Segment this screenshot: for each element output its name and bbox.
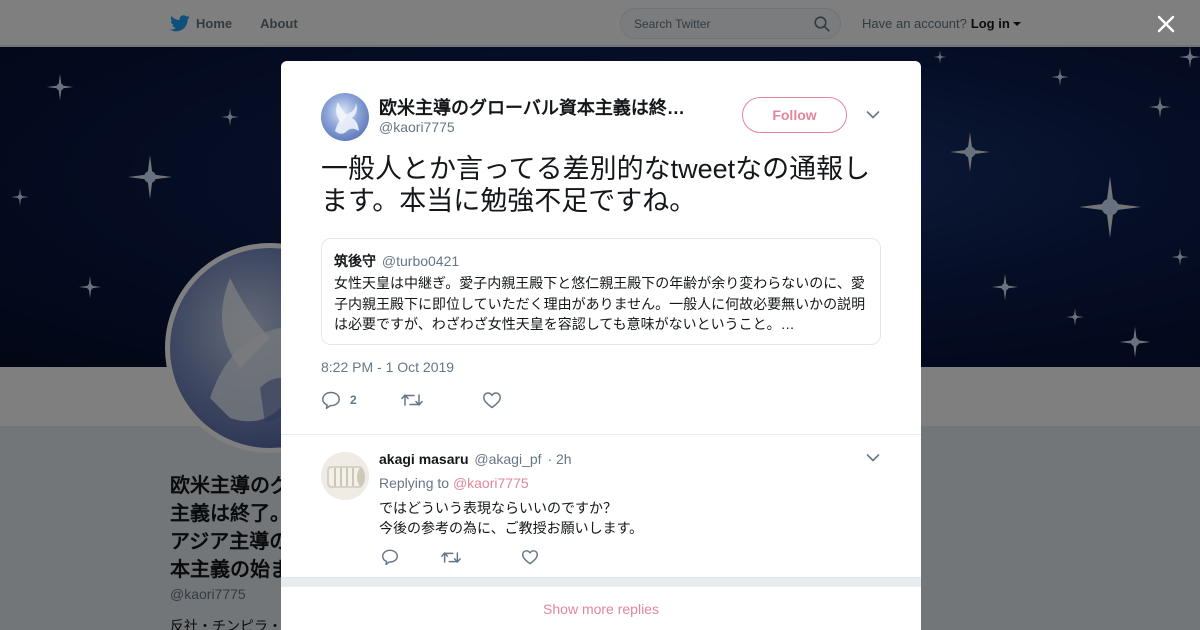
tweet-timestamp[interactable]: 8:22 PM - 1 Oct 2019 — [321, 359, 454, 375]
retweet-icon — [441, 551, 461, 563]
replying-to: Replying to @kaori7775 — [379, 475, 529, 491]
reply-text-line: 今後の参考の為に、ご教授お願いします。 — [379, 520, 644, 536]
quoted-author-name: 筑後守 — [334, 253, 376, 269]
quoted-tweet-text: 女性天皇は中継ぎ。愛子内親王殿下と悠仁親王殿下の年齢が余り変わらないのに、愛子内… — [334, 275, 866, 332]
tweet-modal: 欧米主導のグローバル資本主義は終… @kaori7775 Follow 一般人と… — [281, 61, 921, 630]
replies-separator — [281, 577, 921, 587]
reply-author-handle[interactable]: @akagi_pf — [474, 451, 541, 467]
bearing-icon — [321, 452, 369, 500]
quoted-author-handle: @turbo0421 — [381, 253, 460, 269]
reply-actions — [381, 549, 539, 565]
replying-to-prefix: Replying to — [379, 475, 450, 491]
reply-author-name[interactable]: akagi masaru — [379, 451, 469, 467]
tweet-actions: 2 — [321, 391, 502, 409]
replying-to-link[interactable]: @kaori7775 — [453, 475, 529, 491]
reply-time[interactable]: · 2h — [547, 451, 571, 467]
close-icon[interactable] — [1152, 10, 1180, 38]
divider — [281, 434, 921, 435]
reply-button[interactable]: 2 — [321, 391, 357, 409]
chevron-down-icon[interactable] — [866, 110, 880, 120]
reply-author-avatar[interactable] — [321, 452, 369, 500]
author-name[interactable]: 欧米主導のグローバル資本主義は終… — [379, 94, 685, 120]
like-button[interactable] — [521, 549, 539, 565]
like-button[interactable] — [482, 391, 502, 409]
chevron-down-icon[interactable] — [866, 453, 880, 463]
show-more-replies-button[interactable]: Show more replies — [281, 588, 921, 630]
quoted-tweet-header: 筑後守 @turbo0421 — [334, 252, 868, 270]
retweet-button[interactable] — [441, 550, 461, 565]
reply-header: akagi masaru @akagi_pf · 2h — [379, 451, 572, 467]
reply-icon — [382, 549, 398, 565]
retweet-button[interactable] — [400, 392, 423, 408]
reply-text-line: ではどういう表現ならいいのですか？ — [379, 500, 617, 516]
reply-icon — [322, 391, 340, 409]
follow-button[interactable]: Follow — [742, 97, 847, 133]
heart-icon — [482, 392, 501, 409]
tweet-text: 一般人とか言ってる差別的なtweetなの通報します。本当に勉強不足ですね。 — [321, 154, 871, 216]
reply-text: ではどういう表現ならいいのですか？ 今後の参考の為に、ご教授お願いします。 — [379, 498, 643, 538]
retweet-icon — [400, 394, 423, 406]
pegasus-icon — [335, 102, 359, 134]
quoted-tweet[interactable]: 筑後守 @turbo0421 女性天皇は中継ぎ。愛子内親王殿下と悠仁親王殿下の年… — [321, 238, 881, 345]
author-avatar[interactable] — [321, 93, 369, 141]
reply-button[interactable] — [381, 549, 399, 565]
author-handle[interactable]: @kaori7775 — [379, 119, 455, 135]
heart-icon — [522, 550, 538, 565]
reply-count: 2 — [350, 393, 357, 407]
